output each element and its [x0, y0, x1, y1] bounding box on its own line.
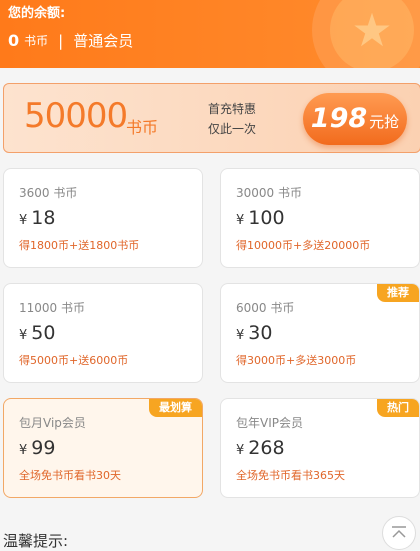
- promo-price: 198: [310, 103, 368, 134]
- card-name: 11000 书币: [19, 301, 85, 315]
- first-recharge-offer[interactable]: 50000 书币 首充特惠 仅此一次 198 元抢: [3, 83, 420, 153]
- card-bonus: 得10000币+多送20000币: [236, 239, 371, 252]
- member-level: 普通会员: [73, 32, 134, 50]
- card-bonus: 得3000币+多送3000币: [236, 354, 357, 367]
- card-bonus: 全场免书币看书365天: [236, 469, 345, 482]
- recharge-card[interactable]: 3600 书币 ¥18 得1800币+送1800书币: [3, 168, 203, 268]
- promo-amount: 50000: [24, 96, 128, 136]
- card-name: 6000 书币: [236, 301, 295, 315]
- card-price: ¥50: [19, 322, 56, 344]
- coin-star-icon: ★: [312, 0, 420, 68]
- card-name: 30000 书币: [236, 186, 302, 200]
- promo-line-2: 仅此一次: [208, 122, 257, 136]
- card-price: ¥99: [19, 437, 56, 459]
- balance-row: 0 书币 | 普通会员: [8, 30, 133, 51]
- best-value-badge: 最划算: [149, 399, 202, 417]
- recharge-card[interactable]: 推荐 6000 书币 ¥30 得3000币+多送3000币: [220, 283, 420, 383]
- card-bonus: 得1800币+送1800书币: [19, 239, 140, 252]
- recharge-card[interactable]: 30000 书币 ¥100 得10000币+多送20000币: [220, 168, 420, 268]
- card-price: ¥18: [19, 207, 56, 229]
- card-bonus: 得5000币+送6000币: [19, 354, 129, 367]
- promo-amount-unit: 书币: [126, 118, 159, 137]
- promo-buy-button[interactable]: 198 元抢: [303, 93, 407, 145]
- card-price: ¥30: [236, 322, 273, 344]
- card-bonus: 全场免书币看书30天: [19, 469, 121, 482]
- card-price: ¥268: [236, 437, 285, 459]
- recommend-badge: 推荐: [377, 284, 419, 302]
- balance-header: ★ 您的余额: 0 书币 | 普通会员: [0, 0, 420, 68]
- balance-unit: 书币: [24, 34, 49, 48]
- recharge-card-selected[interactable]: 最划算 包月Vip会员 ¥99 全场免书币看书30天: [3, 398, 203, 498]
- balance-value: 0: [8, 31, 20, 50]
- recharge-card[interactable]: 11000 书币 ¥50 得5000币+送6000币: [3, 283, 203, 383]
- balance-label: 您的余额:: [8, 6, 66, 21]
- back-to-top-icon[interactable]: [382, 516, 416, 550]
- card-name: 包年VIP会员: [236, 416, 303, 430]
- promo-price-unit: 元抢: [369, 113, 400, 131]
- card-price: ¥100: [236, 207, 285, 229]
- hot-badge: 热门: [377, 399, 419, 417]
- separator: |: [58, 31, 64, 50]
- promo-line-1: 首充特惠: [208, 102, 257, 116]
- card-name: 包月Vip会员: [19, 416, 86, 430]
- recharge-card[interactable]: 热门 包年VIP会员 ¥268 全场免书币看书365天: [220, 398, 420, 498]
- card-name: 3600 书币: [19, 186, 78, 200]
